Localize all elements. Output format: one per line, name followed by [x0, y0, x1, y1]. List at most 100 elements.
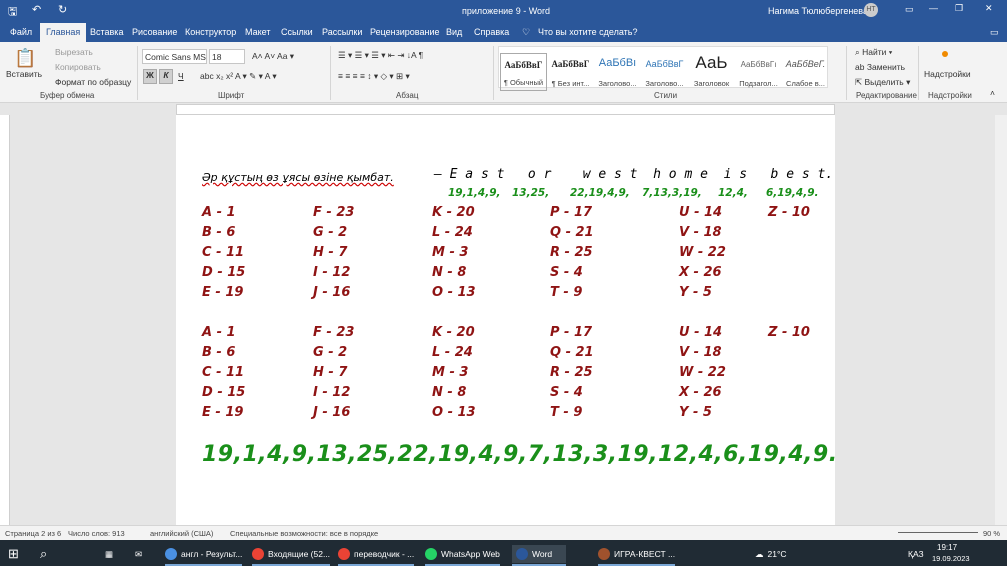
title-bar: 🖫 ↶ ↻ приложение 9 - Word Нагима Тюлюбер… [0, 0, 1007, 20]
user-name[interactable]: Нагима Тюлюбергенева [768, 6, 868, 16]
clock-date[interactable]: 19.09.2023 [932, 554, 970, 563]
style-heading1[interactable]: АаБбВı Заголово... [594, 53, 641, 91]
vertical-scrollbar[interactable] [995, 115, 1007, 525]
replace-button[interactable]: ab Заменить [855, 62, 905, 72]
alphabet-cell: G - 2 [313, 225, 348, 240]
style-title[interactable]: АаЬ Заголовок [688, 53, 735, 91]
paste-button[interactable]: Вставить [6, 69, 42, 79]
alphabet-cell: F - 23 [313, 205, 355, 220]
style-subtitle[interactable]: АаБбВвГı Подзагол... [735, 53, 782, 91]
comments-icon[interactable]: ▭ [990, 27, 999, 38]
clock-time[interactable]: 19:17 [937, 543, 957, 552]
document-page[interactable]: Әр құстың өз ұясы өзіне қымбат. – E a s … [176, 115, 838, 525]
vertical-ruler[interactable] [0, 115, 10, 525]
redo-icon[interactable]: ↻ [58, 3, 67, 16]
italic-button[interactable]: К [159, 69, 173, 84]
zoom-slider[interactable] [898, 532, 978, 533]
addins-button[interactable]: Надстройки [924, 69, 971, 79]
alphabet-cell: Q - 21 [550, 225, 594, 240]
alphabet-cell: A - 1 [202, 205, 236, 220]
undo-icon[interactable]: ↶ [32, 3, 41, 16]
alphabet-cell: I - 12 [313, 265, 351, 280]
alphabet-cell: W - 22 [679, 245, 726, 260]
store-icon[interactable]: ▦ [105, 545, 113, 563]
accessibility-status[interactable]: Специальные возможности: все в порядке [230, 529, 378, 538]
word-count[interactable]: Число слов: 913 [68, 529, 125, 538]
replace-label: Заменить [866, 62, 906, 72]
style-subtle-emphasis[interactable]: АаБбВеГ. Слабое в... [782, 53, 829, 91]
tab-draw[interactable]: Рисование [132, 27, 177, 37]
style-heading2[interactable]: АаБбВвГ Заголово... [641, 53, 688, 91]
alphabet-cell: D - 15 [202, 265, 246, 280]
find-button[interactable]: ⌕ Найти ▾ [855, 47, 892, 58]
alphabet-cell: C - 11 [202, 365, 245, 380]
alphabet-cell: O - 13 [432, 285, 476, 300]
restore-button[interactable]: ❐ [955, 3, 963, 14]
taskbar-app[interactable]: Word [512, 545, 567, 566]
alphabet-cell: J - 16 [313, 285, 351, 300]
close-button[interactable]: ✕ [985, 3, 993, 14]
underline-button[interactable]: Ч [178, 71, 184, 81]
zoom-level[interactable]: 90 % [983, 529, 1000, 538]
taskbar-app[interactable]: WhatsApp Web [425, 545, 500, 566]
tab-references[interactable]: Ссылки [281, 27, 313, 37]
tab-home[interactable]: Главная [40, 23, 87, 42]
input-language[interactable]: ҚАЗ [908, 545, 924, 563]
minimize-button[interactable]: — [929, 3, 938, 13]
taskbar-app[interactable]: переводчик - ... [338, 545, 415, 566]
tab-review[interactable]: Рецензирование [370, 27, 440, 37]
weather[interactable]: ☁ 21°C [755, 545, 787, 563]
style-normal[interactable]: АаБбВвГ ¶ Обычный [500, 53, 547, 91]
tab-mailings[interactable]: Рассылки [322, 27, 362, 37]
collapse-ribbon-icon[interactable]: ˄ [990, 88, 995, 98]
window-title: приложение 9 - Word [462, 6, 551, 16]
group-editing: Редактирование [856, 91, 917, 100]
font-effects-icons[interactable]: abc x₂ x² A ▾ ✎ ▾ A ▾ [200, 71, 277, 82]
tell-me-search[interactable]: Что вы хотите сделать? [538, 27, 638, 37]
avatar[interactable]: НТ [864, 3, 878, 17]
alphabet-cell: S - 4 [550, 385, 583, 400]
grow-font-icon[interactable]: A˄ A˅ Aa ▾ [252, 51, 294, 62]
select-button[interactable]: ⇱ Выделить ▾ [855, 77, 910, 88]
alphabet-cell: E - 19 [202, 405, 244, 420]
alphabet-cell: K - 20 [432, 325, 475, 340]
bold-button[interactable]: Ж [143, 69, 157, 84]
letter-code: 6,19,4,9. [766, 187, 819, 199]
kazakh-proverb: Әр құстың өз ұясы өзіне қымбат. [202, 171, 394, 184]
tab-help[interactable]: Справка [474, 27, 509, 37]
page-count[interactable]: Страница 2 из 6 [5, 529, 61, 538]
align-icons[interactable]: ≡ ≡ ≡ ≡ ↕ ▾ ◇ ▾ ⊞ ▾ [338, 71, 410, 82]
font-size-select[interactable]: 18 [209, 49, 245, 64]
mail-icon[interactable]: ✉ [135, 545, 142, 563]
alphabet-cell: N - 8 [432, 265, 467, 280]
format-painter-button[interactable]: Формат по образцу [55, 77, 131, 87]
windows-start-icon[interactable]: ⊞ [8, 545, 19, 563]
language[interactable]: английский (США) [150, 529, 213, 538]
big-code-line: 19,1,4,9,13,25,22,19,4,9,7,13,3,19,12,4,… [202, 442, 838, 467]
app-label: WhatsApp Web [441, 549, 500, 559]
search-icon[interactable]: ⌕ [40, 545, 47, 563]
copy-button[interactable]: Копировать [55, 62, 101, 72]
tab-design[interactable]: Конструктор [185, 27, 236, 37]
english-proverb: – E a s t o r w e s t h o m e i s b e s … [434, 167, 834, 182]
tab-insert[interactable]: Вставка [90, 27, 123, 37]
group-addins: Надстройки [928, 91, 972, 100]
horizontal-ruler[interactable] [176, 104, 835, 115]
style-no-spacing[interactable]: АаБбВвГ ¶ Без инт... [547, 53, 594, 91]
taskbar-app[interactable]: ИГРА-КВЕСТ ... [598, 545, 676, 566]
group-clipboard: Буфер обмена [40, 91, 95, 100]
tab-layout[interactable]: Макет [245, 27, 270, 37]
weather-temp: 21°C [767, 549, 787, 559]
taskbar-app[interactable]: Входящие (52... [252, 545, 331, 566]
font-name-select[interactable]: Comic Sans MS [142, 49, 207, 64]
alphabet-cell: U - 14 [679, 205, 723, 220]
ribbon-display-icon[interactable]: ▭ [905, 4, 914, 15]
tab-file[interactable]: Файл [10, 27, 32, 37]
taskbar-app[interactable]: англ - Результ... [165, 545, 243, 566]
cut-button[interactable]: Вырезать [55, 47, 93, 57]
tab-view[interactable]: Вид [446, 27, 462, 37]
alphabet-cell: U - 14 [679, 325, 723, 340]
paste-icon[interactable]: 📋 [14, 48, 36, 69]
letter-code: 7,13,3,19, [642, 187, 702, 199]
list-icons[interactable]: ☰ ▾ ☰ ▾ ☰ ▾ ⇤ ⇥ ↓A ¶ [338, 50, 423, 61]
